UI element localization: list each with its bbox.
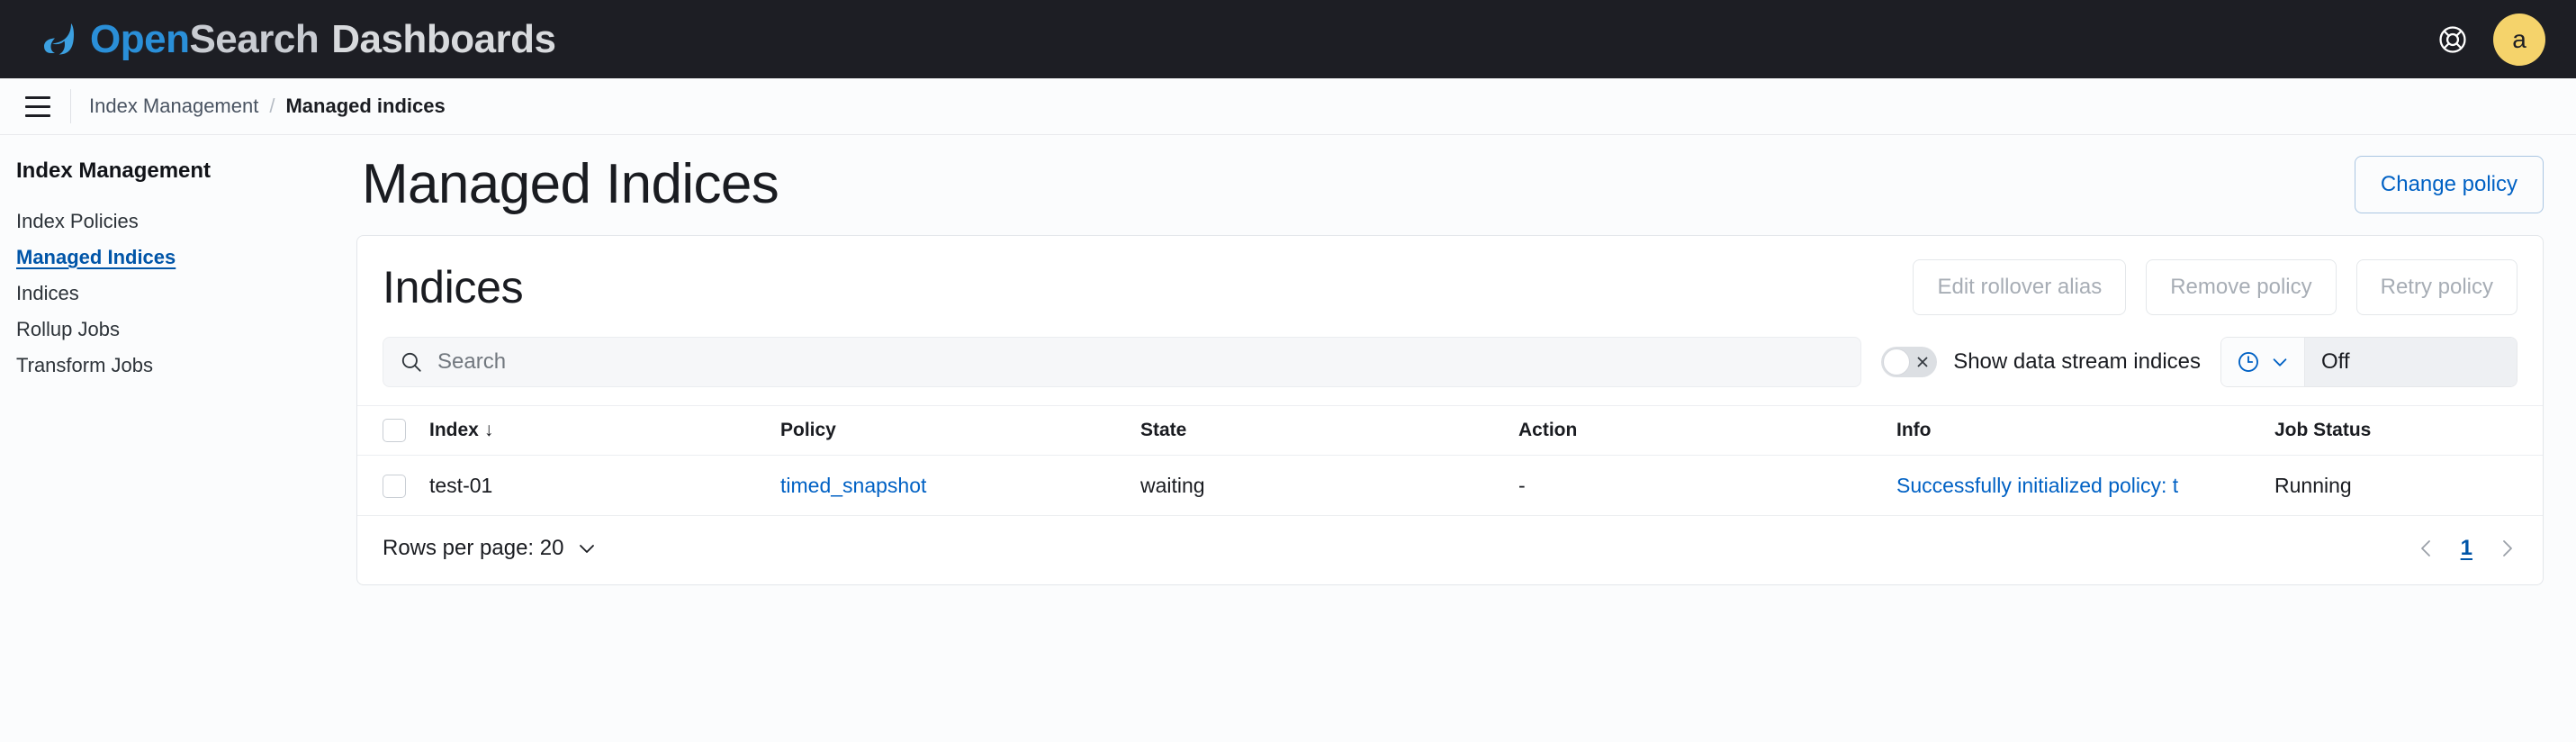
header-right-controls: a — [2437, 13, 2545, 66]
hamburger-menu-icon[interactable] — [14, 83, 61, 130]
cell-state: waiting — [1131, 455, 1509, 517]
breadcrumb-item-managed-indices: Managed indices — [285, 95, 446, 117]
rows-per-page-selector[interactable]: Rows per page: 20 — [383, 536, 598, 561]
table-body: test-01 timed_snapshot waiting - Success… — [357, 455, 2543, 517]
panel-action-buttons: Edit rollover alias Remove policy Retry … — [1913, 259, 2517, 316]
brand-logo-group[interactable]: OpenSearch Dashboards — [41, 18, 556, 61]
change-policy-button[interactable]: Change policy — [2354, 155, 2544, 213]
indices-panel: Indices Edit rollover alias Remove polic… — [356, 235, 2544, 586]
sort-descending-icon: ↓ — [483, 420, 494, 441]
breadcrumb-item-index-management[interactable]: Index Management — [89, 95, 258, 118]
close-x-icon — [1917, 357, 1928, 367]
previous-page-button[interactable] — [2416, 538, 2437, 559]
sidebar-item-indices[interactable]: Indices — [16, 276, 79, 312]
table-controls: Show data stream indices Off — [357, 337, 2543, 405]
sidebar-title: Index Management — [16, 158, 212, 183]
column-header-job-status[interactable]: Job Status — [2265, 405, 2543, 457]
sidebar-item-rollup-jobs[interactable]: Rollup Jobs — [16, 312, 120, 348]
sidebar: Index Management Index Policies Managed … — [0, 135, 335, 742]
next-page-button[interactable] — [2496, 538, 2517, 559]
avatar[interactable]: a — [2493, 13, 2545, 66]
column-header-action[interactable]: Action — [1509, 405, 1887, 457]
breadcrumb-divider — [70, 89, 71, 123]
refresh-interval-button[interactable] — [2221, 338, 2305, 387]
rows-per-page-label: Rows per page: 20 — [383, 536, 564, 561]
cell-index: test-01 — [420, 455, 771, 517]
chevron-right-icon — [2503, 540, 2512, 556]
managed-indices-table: Index ↓ Policy State Action Info Job Stat… — [357, 405, 2543, 517]
table-row[interactable]: test-01 timed_snapshot waiting - Success… — [357, 455, 2543, 517]
column-header-policy[interactable]: Policy — [771, 405, 1131, 457]
table-header: Index ↓ Policy State Action Info Job Stat… — [357, 405, 2543, 457]
toggle-knob — [1883, 348, 1911, 376]
opensearch-logo-icon — [44, 23, 74, 54]
info-link[interactable]: Successfully initialized policy: t — [1896, 474, 2247, 498]
cell-policy: timed_snapshot — [771, 455, 1131, 517]
show-data-stream-indices-toggle[interactable] — [1881, 347, 1938, 378]
row-select-cell — [357, 455, 420, 517]
clock-icon — [2238, 352, 2258, 373]
edit-rollover-alias-button[interactable]: Edit rollover alias — [1913, 259, 2127, 316]
search-input[interactable] — [437, 349, 1845, 376]
breadcrumb-bar: Index Management / Managed indices — [0, 78, 2576, 135]
toggle-label: Show data stream indices — [1953, 349, 2201, 375]
select-all-header — [357, 405, 420, 457]
table-footer: Rows per page: 20 1 — [357, 516, 2543, 584]
help-lifebuoy-icon[interactable] — [2437, 24, 2468, 55]
sidebar-item-transform-jobs[interactable]: Transform Jobs — [16, 348, 153, 384]
data-stream-toggle-group: Show data stream indices — [1881, 337, 2201, 387]
panel-header: Indices Edit rollover alias Remove polic… — [357, 236, 2543, 337]
brand-search-text: Search — [189, 16, 320, 61]
breadcrumb-separator: / — [269, 95, 275, 117]
table-header-row: Index ↓ Policy State Action Info Job Stat… — [357, 405, 2543, 457]
select-all-checkbox[interactable] — [383, 419, 406, 443]
column-header-info[interactable]: Info — [1887, 405, 2265, 457]
search-box[interactable] — [383, 337, 1862, 388]
remove-policy-button[interactable]: Remove policy — [2146, 259, 2337, 316]
breadcrumb: Index Management / Managed indices — [89, 95, 446, 118]
refresh-interval-control: Off — [2220, 337, 2517, 388]
column-header-index[interactable]: Index ↓ — [420, 405, 771, 457]
panel-title: Indices — [383, 262, 524, 313]
chevron-down-icon — [2273, 358, 2287, 366]
sidebar-item-index-policies[interactable]: Index Policies — [16, 204, 139, 240]
row-checkbox[interactable] — [383, 475, 406, 499]
sidebar-item-managed-indices[interactable]: Managed Indices — [16, 240, 176, 276]
brand-dashboards-text: Dashboards — [331, 16, 556, 61]
cell-action: - — [1509, 455, 1887, 517]
search-icon — [401, 352, 421, 372]
page-body: Index Management Index Policies Managed … — [0, 135, 2576, 742]
app-header: OpenSearch Dashboards a — [0, 0, 2576, 78]
policy-link[interactable]: timed_snapshot — [780, 474, 926, 497]
chevron-down-icon — [580, 545, 595, 553]
refresh-interval-value[interactable]: Off — [2305, 338, 2517, 387]
chevron-left-icon — [2420, 540, 2430, 556]
column-header-state[interactable]: State — [1131, 405, 1509, 457]
page-number-1[interactable]: 1 — [2461, 536, 2472, 561]
brand-open-text: Open — [90, 16, 190, 61]
cell-job-status: Running — [2265, 455, 2543, 517]
column-label-index: Index — [429, 420, 479, 441]
main-content: Managed Indices Change policy Indices Ed… — [335, 135, 2576, 742]
cell-info: Successfully initialized policy: t — [1887, 455, 2265, 517]
page-title: Managed Indices — [362, 153, 779, 215]
page-header: Managed Indices Change policy — [355, 155, 2544, 213]
retry-policy-button[interactable]: Retry policy — [2355, 259, 2517, 316]
pagination: 1 — [2416, 536, 2517, 561]
